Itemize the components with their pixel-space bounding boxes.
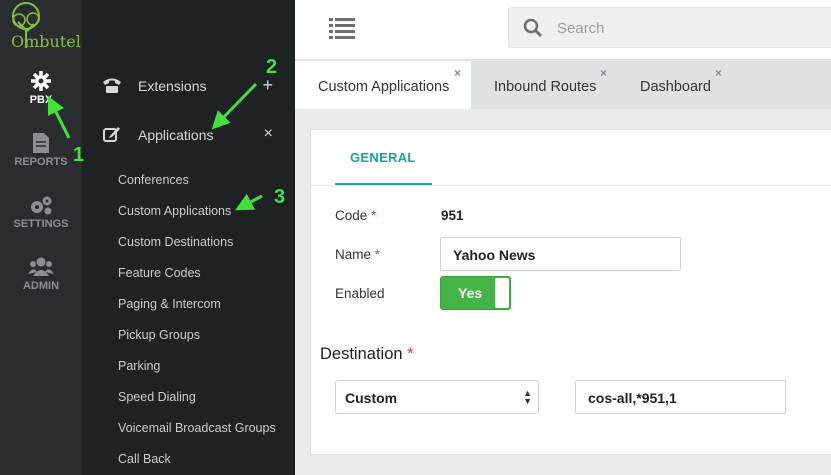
tab-close-button[interactable]: ×: [600, 66, 607, 80]
sidebar-item-conferences[interactable]: Conferences: [118, 173, 189, 187]
name-field-value: Yahoo News: [453, 247, 536, 263]
toggle-label: Yes: [458, 285, 483, 301]
search-icon: [523, 18, 543, 38]
gears-icon: [31, 196, 52, 215]
rail-item-settings[interactable]: SETTINGS: [0, 194, 82, 230]
phone-icon: [103, 78, 121, 93]
code-value: 951: [441, 208, 464, 223]
rail-item-label: SETTINGS: [13, 218, 69, 230]
document-icon: [33, 133, 49, 153]
sidebar-section-label: Applications: [138, 127, 214, 143]
destination-type-select[interactable]: Custom ▲ ▼: [335, 380, 539, 414]
rail-item-label: PBX: [29, 94, 53, 106]
rail-item-label: ADMIN: [22, 280, 60, 292]
tab-general[interactable]: GENERAL: [335, 130, 432, 185]
sidebar-item-paging-intercom[interactable]: Paging & Intercom: [118, 297, 221, 311]
select-arrows-icon: ▲ ▼: [523, 388, 532, 406]
rail-item-pbx[interactable]: PBX: [0, 70, 82, 106]
pbx-sidebar: Extensions + Applications × Conferences …: [82, 0, 295, 475]
top-bar: [295, 0, 831, 60]
divider: [311, 185, 831, 186]
toggle-knob: [495, 278, 509, 308]
sidebar-section-applications[interactable]: Applications ×: [82, 115, 295, 155]
tab-general-label: GENERAL: [350, 150, 416, 165]
sidebar-item-speed-dialing[interactable]: Speed Dialing: [118, 390, 196, 404]
destination-value: cos-all,*951,1: [588, 390, 677, 406]
destination-value-field[interactable]: cos-all,*951,1: [575, 380, 786, 414]
gear-icon: [31, 71, 51, 91]
tab-bar: Custom Applications × Inbound Routes × D…: [295, 61, 831, 109]
code-label: Code *: [335, 208, 377, 223]
annotation-number-1: 1: [73, 144, 85, 166]
name-label: Name *: [335, 247, 381, 262]
enabled-label: Enabled: [335, 286, 385, 301]
sidebar-item-pickup-groups[interactable]: Pickup Groups: [118, 328, 200, 342]
sidebar-section-label: Extensions: [138, 78, 207, 94]
sidebar-section-extensions[interactable]: Extensions +: [82, 66, 295, 106]
sidebar-item-custom-destinations[interactable]: Custom Destinations: [118, 235, 233, 249]
enabled-toggle[interactable]: Yes: [440, 276, 511, 310]
rail-item-label: REPORTS: [14, 156, 68, 168]
tab-close-button[interactable]: ×: [715, 66, 722, 80]
name-field[interactable]: Yahoo News: [440, 237, 681, 271]
logo: Ombutel: [0, 0, 82, 60]
sidebar-item-custom-applications[interactable]: Custom Applications: [118, 204, 231, 218]
users-icon: [28, 257, 54, 276]
annotation-number-2: 2: [266, 56, 278, 78]
tab-label: Dashboard: [640, 79, 711, 95]
destination-title: Destination *: [320, 345, 414, 363]
search-input[interactable]: [557, 17, 817, 39]
tab-inbound-routes[interactable]: Inbound Routes ×: [471, 61, 617, 109]
search-box: [508, 7, 831, 48]
tab-dashboard[interactable]: Dashboard ×: [617, 61, 737, 109]
sidebar-item-feature-codes[interactable]: Feature Codes: [118, 266, 201, 280]
annotation-number-3: 3: [274, 186, 286, 208]
destination-type-value: Custom: [345, 390, 398, 406]
tab-custom-applications[interactable]: Custom Applications ×: [295, 61, 471, 109]
form-panel: GENERAL Code * 951 Name * Yahoo News Ena…: [310, 129, 831, 455]
tab-label: Custom Applications: [318, 79, 450, 95]
logo-text: Ombutel: [11, 32, 81, 51]
rail-item-admin[interactable]: ADMIN: [0, 256, 82, 292]
rail-item-reports[interactable]: REPORTS: [0, 132, 82, 168]
collapse-button[interactable]: ×: [264, 125, 273, 143]
edit-icon: [103, 127, 120, 142]
sidebar-item-parking[interactable]: Parking: [118, 359, 160, 373]
sidebar-item-voicemail-broadcast-groups[interactable]: Voicemail Broadcast Groups: [118, 421, 276, 435]
tab-label: Inbound Routes: [494, 79, 597, 95]
sidebar-item-call-back[interactable]: Call Back: [118, 452, 171, 466]
tab-close-button[interactable]: ×: [454, 66, 461, 80]
main-rail: Ombutel PBX REPORTS SETTINGS ADMIN: [0, 0, 82, 475]
list-menu-icon[interactable]: [329, 17, 355, 39]
